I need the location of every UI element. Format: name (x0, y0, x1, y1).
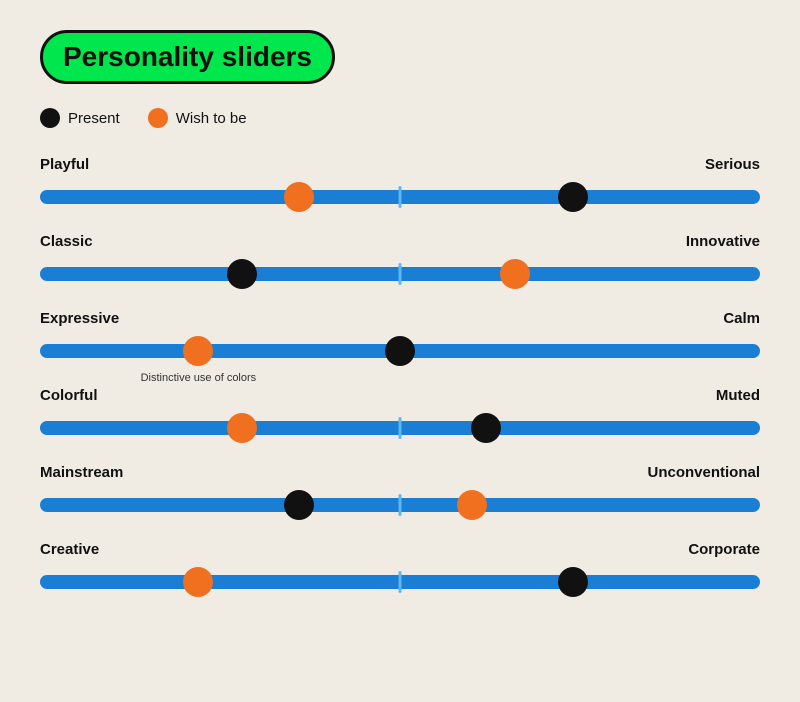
slider-center-line-mainstream-unconventional (399, 494, 402, 516)
slider-row-expressive-calm[interactable]: Expressive Calm Distinctive use of colors (40, 310, 760, 369)
slider-right-label-colorful-muted: Muted (716, 387, 760, 404)
slider-row-classic-innovative[interactable]: Classic Innovative (40, 233, 760, 292)
slider-track-container-classic-innovative[interactable] (40, 256, 760, 292)
slider-track-container-mainstream-unconventional[interactable] (40, 487, 760, 523)
slider-row-playful-serious[interactable]: Playful Serious (40, 156, 760, 215)
slider-tooltip-expressive-calm: Distinctive use of colors (141, 371, 257, 385)
slider-present-dot-colorful-muted[interactable] (471, 413, 501, 443)
legend-present: Present (40, 108, 120, 128)
legend: Present Wish to be (40, 108, 760, 128)
slider-wish-dot-classic-innovative[interactable] (500, 259, 530, 289)
slider-track-creative-corporate (40, 575, 760, 589)
slider-row-colorful-muted[interactable]: Colorful Muted (40, 387, 760, 446)
slider-present-dot-creative-corporate[interactable] (558, 567, 588, 597)
slider-present-dot-expressive-calm[interactable] (385, 336, 415, 366)
slider-track-playful-serious (40, 190, 760, 204)
present-label: Present (68, 110, 120, 127)
legend-wish: Wish to be (148, 108, 247, 128)
slider-right-label-classic-innovative: Innovative (686, 233, 760, 250)
slider-wish-dot-colorful-muted[interactable] (227, 413, 257, 443)
slider-right-label-mainstream-unconventional: Unconventional (647, 464, 760, 481)
slider-left-label-expressive-calm: Expressive (40, 310, 119, 327)
wish-dot-icon (148, 108, 168, 128)
slider-right-label-expressive-calm: Calm (723, 310, 760, 327)
slider-center-line-creative-corporate (399, 571, 402, 593)
slider-track-classic-innovative (40, 267, 760, 281)
slider-left-label-creative-corporate: Creative (40, 541, 99, 558)
slider-center-line-colorful-muted (399, 417, 402, 439)
slider-track-container-expressive-calm[interactable]: Distinctive use of colors (40, 333, 760, 369)
slider-left-label-classic-innovative: Classic (40, 233, 93, 250)
slider-track-colorful-muted (40, 421, 760, 435)
slider-track-container-playful-serious[interactable] (40, 179, 760, 215)
slider-track-mainstream-unconventional (40, 498, 760, 512)
wish-label: Wish to be (176, 110, 247, 127)
slider-wish-dot-creative-corporate[interactable] (183, 567, 213, 597)
slider-present-dot-classic-innovative[interactable] (227, 259, 257, 289)
slider-left-label-playful-serious: Playful (40, 156, 89, 173)
slider-left-label-mainstream-unconventional: Mainstream (40, 464, 123, 481)
sliders-container: Playful Serious Classic Innovative Expressiv… (40, 156, 760, 618)
slider-right-label-playful-serious: Serious (705, 156, 760, 173)
slider-row-mainstream-unconventional[interactable]: Mainstream Unconventional (40, 464, 760, 523)
slider-wish-dot-mainstream-unconventional[interactable] (457, 490, 487, 520)
slider-track-container-creative-corporate[interactable] (40, 564, 760, 600)
title-badge: Personality sliders (40, 30, 335, 84)
slider-present-dot-mainstream-unconventional[interactable] (284, 490, 314, 520)
slider-row-creative-corporate[interactable]: Creative Corporate (40, 541, 760, 600)
slider-track-expressive-calm (40, 344, 760, 358)
slider-right-label-creative-corporate: Corporate (688, 541, 760, 558)
slider-center-line-classic-innovative (399, 263, 402, 285)
slider-left-label-colorful-muted: Colorful (40, 387, 98, 404)
slider-center-line-playful-serious (399, 186, 402, 208)
slider-wish-dot-expressive-calm[interactable] (183, 336, 213, 366)
slider-track-container-colorful-muted[interactable] (40, 410, 760, 446)
slider-present-dot-playful-serious[interactable] (558, 182, 588, 212)
present-dot-icon (40, 108, 60, 128)
slider-wish-dot-playful-serious[interactable] (284, 182, 314, 212)
